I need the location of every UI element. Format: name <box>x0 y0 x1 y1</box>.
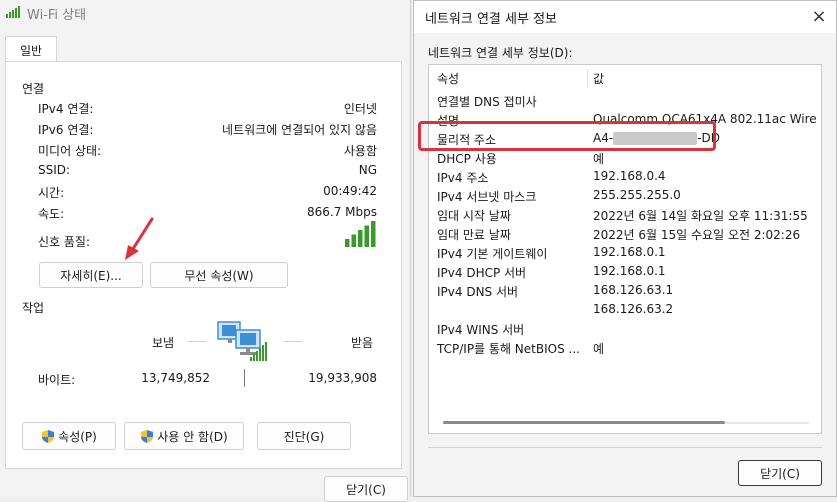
close-icon[interactable]: × <box>806 4 832 28</box>
table-row[interactable]: 168.126.63.2 <box>437 302 817 321</box>
properties-button-label: 속성(P) <box>58 429 97 444</box>
row-value: 192.168.0.1 <box>593 245 666 259</box>
ssid-label: SSID: <box>38 163 71 177</box>
column-divider <box>587 69 588 87</box>
signal-bar <box>351 234 356 247</box>
row-property: IPv4 서브넷 마스크 <box>437 190 537 204</box>
sent-line <box>188 341 206 342</box>
network-computers-icon <box>214 318 272 364</box>
wifi-close-button[interactable]: 닫기(C) <box>324 476 408 502</box>
diagnose-button[interactable]: 진단(G) <box>257 422 351 450</box>
footer-divider <box>428 447 822 448</box>
details-list-caption: 네트워크 연결 세부 정보(D): <box>428 46 573 60</box>
signal-bar <box>358 230 363 247</box>
ssid-value: NG <box>358 163 377 177</box>
table-row[interactable]: IPv4 DHCP 서버 192.168.0.1 <box>437 264 817 283</box>
wireless-properties-button[interactable]: 무선 속성(W) <box>150 262 288 288</box>
row-value: 예 <box>593 152 605 166</box>
table-row[interactable]: 연결별 DNS 접미사 <box>437 93 817 112</box>
row-property: 임대 시작 날짜 <box>437 209 511 223</box>
tab-general[interactable]: 일반 <box>5 36 57 63</box>
row-value: 2022년 6월 15일 수요일 오전 2:02:26 <box>593 228 801 242</box>
received-label: 받음 <box>351 336 374 350</box>
row-value: 168.126.63.1 <box>593 283 674 297</box>
table-row[interactable]: IPv4 주소 192.168.0.4 <box>437 169 817 188</box>
red-arrow-annotation <box>120 216 156 262</box>
properties-button[interactable]: 속성(P) <box>22 422 116 450</box>
details-window-title: 네트워크 연결 세부 정보 <box>425 12 557 27</box>
row-property: TCP/IP를 통해 NetBIOS ... <box>437 342 580 356</box>
row-value: 192.168.0.4 <box>593 169 666 183</box>
section-activity-heading: 작업 <box>22 301 45 315</box>
section-connection-heading: 연결 <box>22 82 45 96</box>
table-row[interactable]: TCP/IP를 통해 NetBIOS ... 예 <box>437 340 817 359</box>
row-property: 연결별 DNS 접미사 <box>437 95 537 109</box>
signal-bar <box>345 239 350 247</box>
network-details-window: 네트워크 연결 세부 정보 × 네트워크 연결 세부 정보(D): 속성 값 연… <box>413 0 837 497</box>
ipv4-connection-value: 인터넷 <box>343 102 377 116</box>
signal-quality-label: 신호 품질: <box>38 235 91 249</box>
list-header: 속성 값 <box>437 69 817 89</box>
signal-bar <box>364 225 369 247</box>
media-state-value: 사용함 <box>343 144 377 158</box>
ipv6-connection-label: IPv6 연결: <box>38 123 94 137</box>
row-value: 168.126.63.2 <box>593 302 674 316</box>
speed-value: 866.7 Mbps <box>306 205 377 219</box>
signal-strength-icon <box>343 220 377 248</box>
row-property: IPv4 기본 게이트웨이 <box>437 247 548 261</box>
table-row[interactable]: 임대 시작 날짜 2022년 6월 14일 화요일 오후 11:31:55 <box>437 207 817 226</box>
row-value: 192.168.0.1 <box>593 264 666 278</box>
row-value: 255.255.255.0 <box>593 188 681 202</box>
signal-bar <box>371 221 376 247</box>
horizontal-scrollbar[interactable] <box>443 417 809 429</box>
disable-button[interactable]: 사용 안 함(D) <box>124 422 244 450</box>
disable-button-label: 사용 안 함(D) <box>157 429 228 444</box>
wifi-signal-icon <box>6 6 20 18</box>
duration-value: 00:49:42 <box>323 184 377 198</box>
table-row[interactable]: DHCP 사용 예 <box>437 150 817 169</box>
bytes-divider <box>244 369 245 387</box>
row-property: IPv4 DNS 서버 <box>437 285 519 299</box>
row-property: DHCP 사용 <box>437 152 497 166</box>
scrollbar-thumb[interactable] <box>443 421 725 424</box>
shield-icon <box>41 429 55 444</box>
row-value: 2022년 6월 14일 화요일 오후 11:31:55 <box>593 209 808 223</box>
bytes-label: 바이트: <box>38 373 76 387</box>
table-row[interactable]: IPv4 서브넷 마스크 255.255.255.0 <box>437 188 817 207</box>
details-list[interactable]: 속성 값 연결별 DNS 접미사 설명 Qualcomm QCA61x4A 80… <box>428 64 822 434</box>
bytes-received-value: 19,933,908 <box>308 371 377 385</box>
ipv6-connection-value: 네트워크에 연결되어 있지 않음 <box>222 123 377 137</box>
row-property: 임대 만료 날짜 <box>437 228 511 242</box>
wifi-status-window: Wi-Fi 상태 일반 연결 IPv4 연결: 인터넷 IPv6 연결: 네트워… <box>0 0 411 502</box>
row-value: 예 <box>593 342 605 356</box>
column-header-value[interactable]: 값 <box>593 70 604 87</box>
table-row[interactable]: IPv4 DNS 서버 168.126.63.1 <box>437 283 817 302</box>
details-button[interactable]: 자세히(E)... <box>39 262 143 288</box>
table-row[interactable]: IPv4 WINS 서버 <box>437 321 817 340</box>
row-property: IPv4 주소 <box>437 171 489 185</box>
window-title: Wi-Fi 상태 <box>27 8 87 23</box>
row-property: IPv4 DHCP 서버 <box>437 266 527 280</box>
shield-icon <box>140 429 154 444</box>
table-row[interactable]: 임대 만료 날짜 2022년 6월 15일 수요일 오전 2:02:26 <box>437 226 817 245</box>
received-line <box>284 341 302 342</box>
highlight-box-annotation <box>418 121 716 151</box>
row-property: IPv4 WINS 서버 <box>437 323 525 337</box>
table-row[interactable]: IPv4 기본 게이트웨이 192.168.0.1 <box>437 245 817 264</box>
ipv4-connection-label: IPv4 연결: <box>38 102 94 116</box>
column-header-property[interactable]: 속성 <box>437 70 459 87</box>
details-close-button[interactable]: 닫기(C) <box>738 460 822 486</box>
bytes-sent-value: 13,749,852 <box>141 371 210 385</box>
duration-label: 시간: <box>38 186 65 200</box>
sent-label: 보냄 <box>152 336 175 350</box>
speed-label: 속도: <box>38 207 65 221</box>
media-state-label: 미디어 상태: <box>38 144 102 158</box>
